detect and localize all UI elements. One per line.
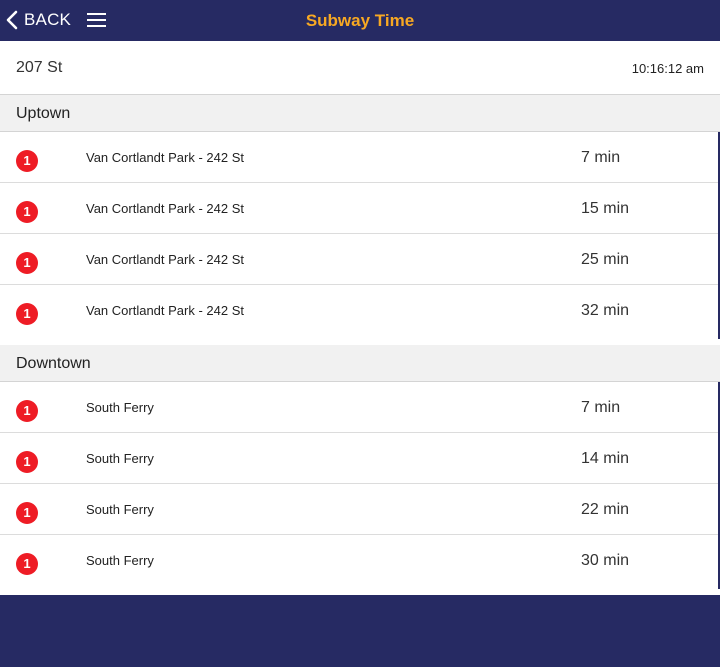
train-destination: South Ferry bbox=[86, 400, 154, 415]
train-eta: 7 min bbox=[581, 399, 621, 416]
line-1-bullet-icon: 1 bbox=[16, 150, 38, 172]
train-row[interactable]: 1 Van Cortlandt Park - 242 St 15 min bbox=[0, 183, 718, 234]
main-content: 207 St 10:16:12 am Uptown 1 Van Cortland… bbox=[0, 41, 720, 595]
app-title: Subway Time bbox=[305, 11, 415, 30]
train-eta: 25 min bbox=[581, 251, 630, 268]
current-time: 10:16:12 am bbox=[631, 61, 704, 76]
top-bar: BACK Subway Time bbox=[0, 0, 720, 41]
train-destination: South Ferry bbox=[86, 553, 154, 568]
station-row: 207 St 10:16:12 am bbox=[0, 41, 720, 95]
train-eta: 22 min bbox=[581, 501, 630, 518]
train-eta: 15 min bbox=[581, 200, 630, 217]
train-row[interactable]: 1 South Ferry 7 min bbox=[0, 382, 718, 433]
line-1-bullet-icon: 1 bbox=[16, 553, 38, 575]
train-destination: Van Cortlandt Park - 242 St bbox=[86, 150, 245, 165]
section-header-downtown: Downtown bbox=[0, 345, 720, 382]
train-row[interactable]: 1 Van Cortlandt Park - 242 St 25 min bbox=[0, 234, 718, 285]
line-1-bullet-icon: 1 bbox=[16, 502, 38, 524]
train-row[interactable]: 1 Van Cortlandt Park - 242 St 7 min bbox=[0, 132, 718, 183]
train-eta: 14 min bbox=[581, 450, 630, 467]
train-destination: Van Cortlandt Park - 242 St bbox=[86, 201, 245, 216]
train-destination: Van Cortlandt Park - 242 St bbox=[86, 252, 245, 267]
uptown-train-list: 1 Van Cortlandt Park - 242 St 7 min 1 Va… bbox=[0, 132, 720, 339]
train-destination: Van Cortlandt Park - 242 St bbox=[86, 303, 245, 318]
train-row[interactable]: 1 Van Cortlandt Park - 242 St 32 min bbox=[0, 285, 718, 339]
line-1-bullet-icon: 1 bbox=[16, 451, 38, 473]
train-row[interactable]: 1 South Ferry 22 min bbox=[0, 484, 718, 535]
train-eta: 30 min bbox=[581, 552, 630, 569]
line-1-bullet-icon: 1 bbox=[16, 303, 38, 325]
line-1-bullet-icon: 1 bbox=[16, 400, 38, 422]
section-label: Downtown bbox=[16, 355, 91, 372]
section-label: Uptown bbox=[16, 105, 71, 122]
train-row[interactable]: 1 South Ferry 14 min bbox=[0, 433, 718, 484]
station-name: 207 St bbox=[16, 59, 63, 76]
train-destination: South Ferry bbox=[86, 502, 154, 517]
line-1-bullet-icon: 1 bbox=[16, 201, 38, 223]
train-eta: 7 min bbox=[581, 149, 621, 166]
train-destination: South Ferry bbox=[86, 451, 154, 466]
train-row[interactable]: 1 South Ferry 30 min bbox=[0, 535, 718, 589]
line-1-bullet-icon: 1 bbox=[16, 252, 38, 274]
downtown-train-list: 1 South Ferry 7 min 1 South Ferry 14 min… bbox=[0, 382, 720, 589]
section-header-uptown: Uptown bbox=[0, 95, 720, 132]
train-eta: 32 min bbox=[581, 302, 630, 319]
